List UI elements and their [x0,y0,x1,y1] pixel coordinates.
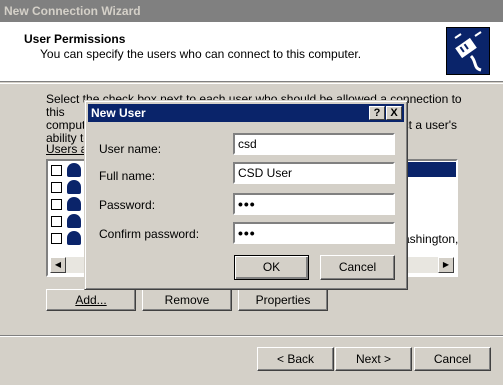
page-title: User Permissions [24,32,126,46]
dialog-title: New User [91,106,146,120]
properties-button[interactable]: Properties [238,289,328,311]
user-icon [67,231,81,245]
user-icon [67,197,81,211]
arrow-left-icon[interactable]: ◀ [50,257,66,273]
add-button[interactable]: Add... [46,289,136,311]
dialog-title-bar[interactable]: New User ? X [88,104,404,122]
wizard-title-bar[interactable]: New Connection Wizard [0,0,503,22]
header-divider [0,83,503,84]
username-field[interactable]: csd [233,133,395,155]
close-button[interactable]: X [386,106,402,120]
user-checkbox[interactable] [51,165,62,176]
arrow-right-icon[interactable]: ▶ [438,257,454,273]
user-checkbox[interactable] [51,182,62,193]
wizard-cancel-button[interactable]: Cancel [414,347,491,371]
user-icon [67,180,81,194]
confirm-password-field[interactable]: ••• [233,222,395,244]
wizard-header: User Permissions You can specify the use… [0,22,503,82]
new-user-dialog: New User ? X User name: csd Full name: C… [84,100,408,290]
back-button[interactable]: < Back [257,347,334,371]
next-button[interactable]: Next > [335,347,412,371]
page-subtitle: You can specify the users who can connec… [40,47,362,61]
password-field[interactable]: ••• [233,193,395,215]
fullname-field[interactable]: CSD User [233,162,395,184]
ok-button[interactable]: OK [234,255,309,280]
selected-row-highlight [408,162,456,177]
user-icon [67,163,81,177]
username-label: User name: [99,142,162,156]
footer-divider [0,335,503,337]
fullname-label: Full name: [99,169,156,183]
user-icon [67,214,81,228]
user-checkbox[interactable] [51,233,62,244]
user-checkbox[interactable] [51,216,62,227]
dialog-cancel-button[interactable]: Cancel [320,255,395,280]
user-checkbox[interactable] [51,199,62,210]
network-plug-icon [446,27,490,75]
remove-button[interactable]: Remove [142,289,232,311]
confirm-password-label: Confirm password: [99,227,200,241]
password-label: Password: [99,198,156,212]
help-button[interactable]: ? [369,106,385,120]
list-item-partial-text: ashington,( [403,232,459,260]
